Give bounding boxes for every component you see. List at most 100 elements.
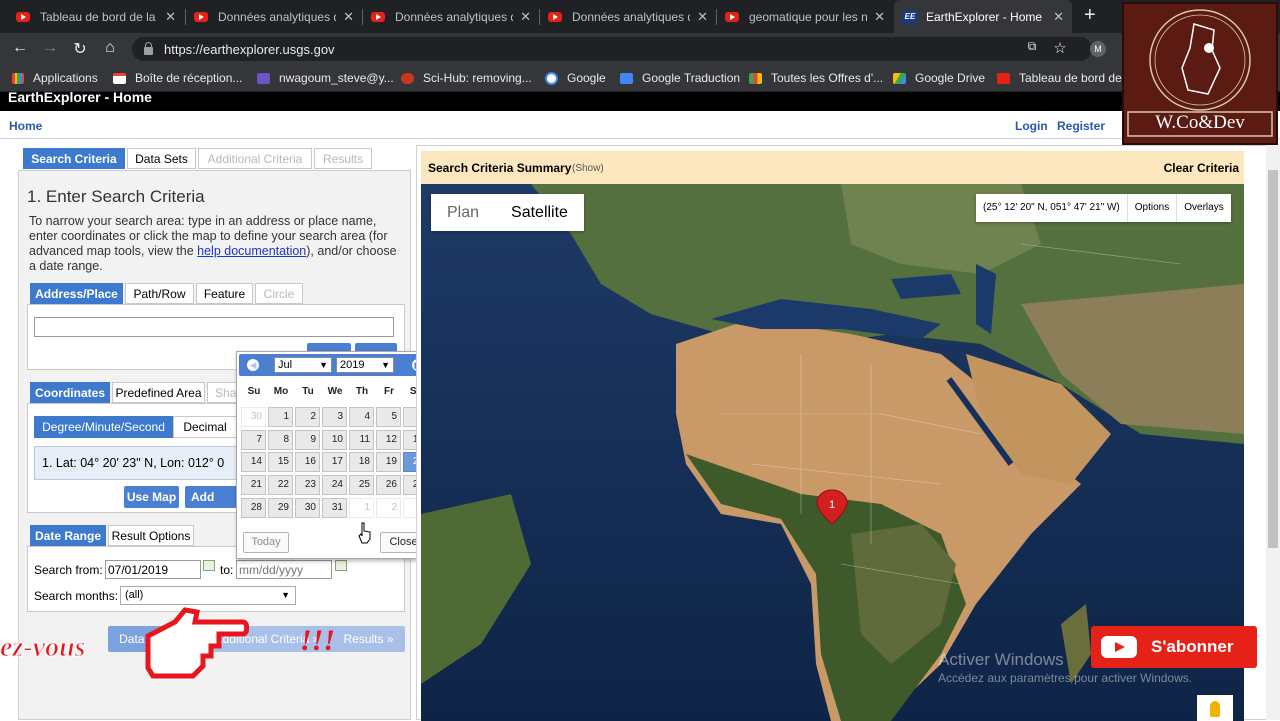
clear-criteria-link[interactable]: Clear Criteria (1164, 161, 1239, 175)
address-bar[interactable]: https://earthexplorer.usgs.gov (132, 37, 1092, 61)
register-link[interactable]: Register (1057, 119, 1105, 133)
calendar-day[interactable]: 31 (322, 497, 347, 518)
browser-tab[interactable]: Tableau de bord de la c ✕ (8, 0, 184, 33)
extension-icon[interactable]: M (1090, 41, 1106, 57)
bookmark-item[interactable]: Google (545, 71, 606, 85)
scrollbar-thumb[interactable] (1268, 170, 1278, 548)
page-scrollbar[interactable] (1266, 145, 1280, 720)
calendar-day[interactable]: 21 (241, 475, 266, 496)
close-tab-icon[interactable]: ✕ (1053, 9, 1064, 25)
bookmark-item[interactable]: Sci-Hub: removing... (401, 71, 532, 85)
close-tab-icon[interactable]: ✕ (520, 9, 531, 25)
back-icon[interactable]: ← (10, 39, 30, 57)
calendar-day[interactable]: 17 (322, 452, 347, 473)
overlays-button[interactable]: Overlays (1176, 194, 1230, 222)
close-tab-icon[interactable]: ✕ (874, 9, 885, 25)
calendar-day[interactable]: 5 (376, 407, 401, 427)
add-coordinate-button[interactable]: Add Coo (185, 486, 238, 508)
calendar-day[interactable]: 24 (322, 475, 347, 496)
search-months-select[interactable]: (all) ▼ (120, 586, 296, 605)
search-from-input[interactable] (105, 560, 201, 579)
options-button[interactable]: Options (1126, 194, 1176, 222)
year-select[interactable]: 2019 ▼ (336, 357, 394, 373)
tab-results[interactable]: Results (314, 148, 372, 169)
pegman-icon[interactable] (1197, 695, 1233, 721)
calendar-from-icon[interactable] (203, 560, 215, 571)
calendar-day[interactable]: 7 (241, 429, 266, 450)
forward-icon[interactable]: → (40, 39, 60, 57)
login-link[interactable]: Login (1015, 119, 1048, 133)
calendar-day[interactable]: 9 (295, 429, 320, 450)
tab-shapefile[interactable]: Sha (207, 382, 237, 403)
tab-feature[interactable]: Feature (196, 283, 253, 304)
calendar-day[interactable]: 23 (295, 475, 320, 496)
calendar-day[interactable]: 2 (295, 407, 320, 427)
browser-tab-active[interactable]: EE EarthExplorer - Home ✕ (894, 0, 1072, 33)
browser-tab[interactable]: geomatique pour les n ✕ (717, 0, 893, 33)
close-tab-icon[interactable]: ✕ (697, 9, 708, 25)
calendar-day[interactable]: 4 (349, 407, 374, 427)
browser-tab[interactable]: Données analytiques de ✕ (186, 0, 362, 33)
translate-page-icon[interactable]: ⧉ (1022, 39, 1042, 54)
tab-search-criteria[interactable]: Search Criteria (23, 148, 125, 169)
calendar-day[interactable]: 30 (295, 497, 320, 518)
calendar-day[interactable]: 14 (241, 452, 266, 473)
search-to-input[interactable] (236, 560, 332, 579)
tab-decimal[interactable]: Decimal (173, 416, 237, 438)
bookmark-item[interactable]: Tableau de bord de... (997, 71, 1132, 85)
bookmark-item[interactable]: Applications (12, 71, 98, 85)
satellite-button[interactable]: Satellite (495, 194, 584, 231)
calendar-day[interactable]: 22 (268, 475, 293, 496)
browser-tab[interactable]: Données analytiques de ✕ (363, 0, 539, 33)
tab-result-options[interactable]: Result Options (108, 525, 194, 546)
coordinate-entry[interactable]: 1. Lat: 04° 20' 23" N, Lon: 012° 0 (34, 446, 238, 480)
calendar-day[interactable]: 25 (349, 475, 374, 496)
star-icon[interactable]: ☆ (1050, 39, 1070, 57)
tab-predefined-area[interactable]: Predefined Area (112, 382, 205, 403)
month-select[interactable]: Jul ▼ (274, 357, 332, 373)
calendar-day[interactable]: 12 (376, 429, 401, 450)
new-tab-button[interactable]: + (1084, 4, 1096, 27)
bookmark-item[interactable]: Google Traduction (620, 71, 740, 85)
calendar-day[interactable]: 15 (268, 452, 293, 473)
bookmark-item[interactable]: Boîte de réception... (113, 71, 242, 85)
calendar-day[interactable]: 3 (322, 407, 347, 427)
calendar-to-icon[interactable] (335, 560, 347, 571)
results-next-button[interactable]: Results » (332, 626, 405, 652)
prev-month-icon[interactable]: ◀ (247, 359, 259, 371)
calendar-day[interactable]: 8 (268, 429, 293, 450)
bookmark-item[interactable]: Google Drive (893, 71, 985, 85)
address-input[interactable] (34, 317, 394, 337)
calendar-day[interactable]: 16 (295, 452, 320, 473)
home-link[interactable]: Home (9, 119, 42, 133)
bookmark-item[interactable]: Toutes les Offres d'... (749, 71, 883, 85)
plan-button[interactable]: Plan (431, 194, 495, 231)
tab-address-place[interactable]: Address/Place (30, 283, 123, 304)
calendar-day[interactable]: 29 (268, 497, 293, 518)
calendar-day[interactable]: 11 (349, 429, 374, 450)
reload-icon[interactable]: ↻ (70, 39, 90, 59)
close-tab-icon[interactable]: ✕ (165, 9, 176, 25)
tab-path-row[interactable]: Path/Row (125, 283, 194, 304)
tab-circle[interactable]: Circle (255, 283, 303, 304)
close-tab-icon[interactable]: ✕ (343, 9, 354, 25)
help-documentation-link[interactable]: help documentation (197, 244, 306, 258)
bookmark-item[interactable]: nwagoum_steve@y... (257, 71, 394, 85)
today-button[interactable]: Today (243, 532, 289, 553)
calendar-day[interactable]: 26 (376, 475, 401, 496)
browser-tab[interactable]: Données analytiques de ✕ (540, 0, 716, 33)
subscribe-button[interactable]: S'abonner (1091, 626, 1257, 668)
calendar-day[interactable]: 19 (376, 452, 401, 473)
tab-degree-minute-second[interactable]: Degree/Minute/Second (34, 416, 173, 438)
tab-coordinates[interactable]: Coordinates (30, 382, 110, 403)
calendar-day[interactable]: 1 (268, 407, 293, 427)
use-map-button[interactable]: Use Map (124, 486, 179, 508)
tab-data-sets[interactable]: Data Sets (127, 148, 196, 169)
calendar-day[interactable]: 18 (349, 452, 374, 473)
calendar-day[interactable]: 10 (322, 429, 347, 450)
tab-additional-criteria[interactable]: Additional Criteria (198, 148, 312, 169)
tab-date-range[interactable]: Date Range (30, 525, 106, 546)
home-icon[interactable]: ⌂ (100, 39, 120, 57)
calendar-day[interactable]: 28 (241, 497, 266, 518)
summary-show-link[interactable]: (Show) (572, 163, 604, 174)
